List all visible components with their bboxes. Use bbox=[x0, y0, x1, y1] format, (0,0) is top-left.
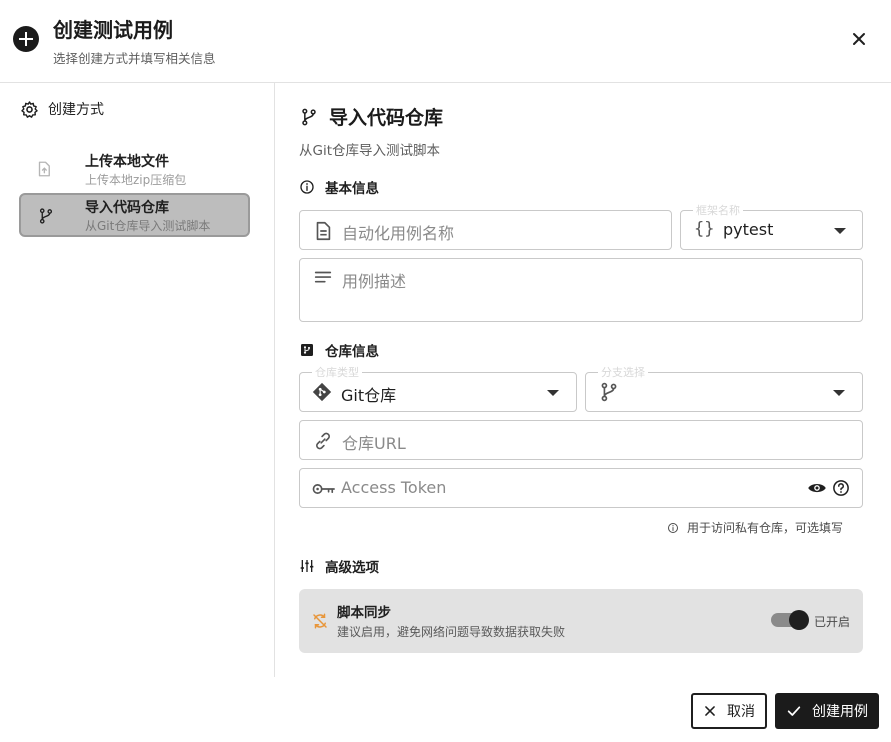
create-case-button[interactable]: 创建用例 bbox=[775, 693, 879, 729]
sidebar-item-upload-local[interactable]: 上传本地文件 上传本地zip压缩包 bbox=[19, 148, 250, 192]
repo-type-value: Git仓库 bbox=[341, 386, 397, 405]
close-icon bbox=[705, 706, 715, 716]
git-branch-icon bbox=[302, 108, 316, 125]
sidebar-item-desc: 从Git仓库导入测试脚本 bbox=[85, 219, 211, 233]
framework-select[interactable]: 框架名称 {} pytest bbox=[680, 202, 863, 250]
git-logo-icon bbox=[312, 382, 332, 402]
chevron-down-icon bbox=[833, 390, 845, 396]
section-heading: 仓库信息 bbox=[325, 344, 379, 360]
eye-icon[interactable] bbox=[807, 478, 827, 498]
chevron-down-icon bbox=[834, 228, 846, 234]
creation-method-sidebar: 创建方式 上传本地文件 上传本地zip压缩包 导入代码仓库 从Git仓库导入测试… bbox=[0, 83, 275, 677]
gear-icon bbox=[21, 100, 38, 118]
git-branch-icon bbox=[39, 208, 53, 224]
section-advanced: 高级选项 bbox=[299, 556, 379, 576]
notes-icon bbox=[314, 271, 332, 283]
sidebar-heading-label: 创建方式 bbox=[48, 102, 104, 118]
import-repo-form: 导入代码仓库 从Git仓库导入测试脚本 基本信息 自动化用例名称 框架名称 {}… bbox=[275, 83, 891, 677]
document-icon bbox=[316, 221, 331, 241]
key-icon bbox=[312, 484, 335, 494]
framework-label: 框架名称 bbox=[693, 202, 743, 218]
toggle-knob bbox=[789, 610, 809, 630]
sidebar-item-desc: 上传本地zip压缩包 bbox=[85, 173, 187, 187]
case-name-placeholder: 自动化用例名称 bbox=[342, 224, 455, 243]
tune-icon bbox=[300, 560, 314, 572]
sidebar-heading: 创建方式 bbox=[20, 99, 104, 119]
branch-select[interactable]: 分支选择 bbox=[585, 364, 863, 412]
git-branch-icon bbox=[601, 382, 617, 402]
close-icon bbox=[853, 33, 865, 45]
branch-label: 分支选择 bbox=[598, 364, 648, 380]
close-button[interactable] bbox=[847, 27, 871, 51]
case-description-textarea[interactable]: 用例描述 bbox=[299, 258, 863, 322]
case-name-input[interactable]: 自动化用例名称 bbox=[299, 210, 672, 250]
repo-type-select[interactable]: 仓库类型 Git仓库 bbox=[299, 364, 577, 412]
sync-state: 已开启 bbox=[814, 615, 851, 629]
sidebar-item-label: 导入代码仓库 bbox=[85, 200, 169, 216]
repository-icon bbox=[301, 344, 313, 356]
add-circle-icon bbox=[13, 26, 39, 52]
sync-description: 建议启用，避免网络问题导致数据获取失败 bbox=[337, 625, 566, 639]
token-hint: 用于访问私有仓库，可选填写 bbox=[667, 519, 843, 536]
access-token-placeholder: Access Token bbox=[341, 478, 447, 497]
repo-type-label: 仓库类型 bbox=[312, 364, 362, 380]
form-title-label: 导入代码仓库 bbox=[329, 107, 444, 129]
dialog-subtitle: 选择创建方式并填写相关信息 bbox=[53, 51, 216, 66]
check-icon bbox=[787, 706, 801, 716]
section-basic-info: 基本信息 bbox=[299, 177, 379, 197]
repo-url-input[interactable]: 仓库URL bbox=[299, 420, 863, 460]
section-heading: 基本信息 bbox=[325, 181, 379, 197]
file-upload-icon bbox=[38, 161, 50, 177]
script-sync-option: 脚本同步 建议启用，避免网络问题导致数据获取失败 已开启 bbox=[299, 589, 863, 653]
form-title: 导入代码仓库 bbox=[299, 103, 443, 130]
sidebar-item-label: 上传本地文件 bbox=[85, 154, 169, 170]
framework-value: pytest bbox=[723, 220, 774, 239]
repo-url-placeholder: 仓库URL bbox=[342, 434, 406, 453]
form-subtitle: 从Git仓库导入测试脚本 bbox=[299, 143, 441, 159]
code-braces-icon: {} bbox=[694, 219, 715, 239]
token-hint-text: 用于访问私有仓库，可选填写 bbox=[687, 521, 844, 535]
info-icon bbox=[668, 522, 678, 533]
cancel-button[interactable]: 取消 bbox=[691, 693, 767, 729]
case-description-placeholder: 用例描述 bbox=[342, 272, 407, 291]
cancel-button-label: 取消 bbox=[727, 704, 755, 720]
sidebar-item-import-repo[interactable]: 导入代码仓库 从Git仓库导入测试脚本 bbox=[19, 193, 250, 237]
link-icon bbox=[316, 432, 330, 450]
sync-disabled-icon bbox=[313, 613, 327, 629]
dialog-header: 创建测试用例 选择创建方式并填写相关信息 bbox=[0, 0, 891, 83]
section-repo-info: 仓库信息 bbox=[299, 340, 379, 360]
dialog-title: 创建测试用例 bbox=[53, 18, 173, 42]
chevron-down-icon bbox=[547, 390, 559, 396]
info-icon bbox=[300, 180, 314, 194]
sync-toggle[interactable] bbox=[771, 610, 809, 630]
access-token-input[interactable]: Access Token bbox=[299, 468, 863, 508]
section-heading: 高级选项 bbox=[325, 560, 379, 576]
sync-title: 脚本同步 bbox=[337, 605, 391, 621]
create-button-label: 创建用例 bbox=[812, 704, 868, 720]
help-icon[interactable] bbox=[832, 479, 850, 497]
